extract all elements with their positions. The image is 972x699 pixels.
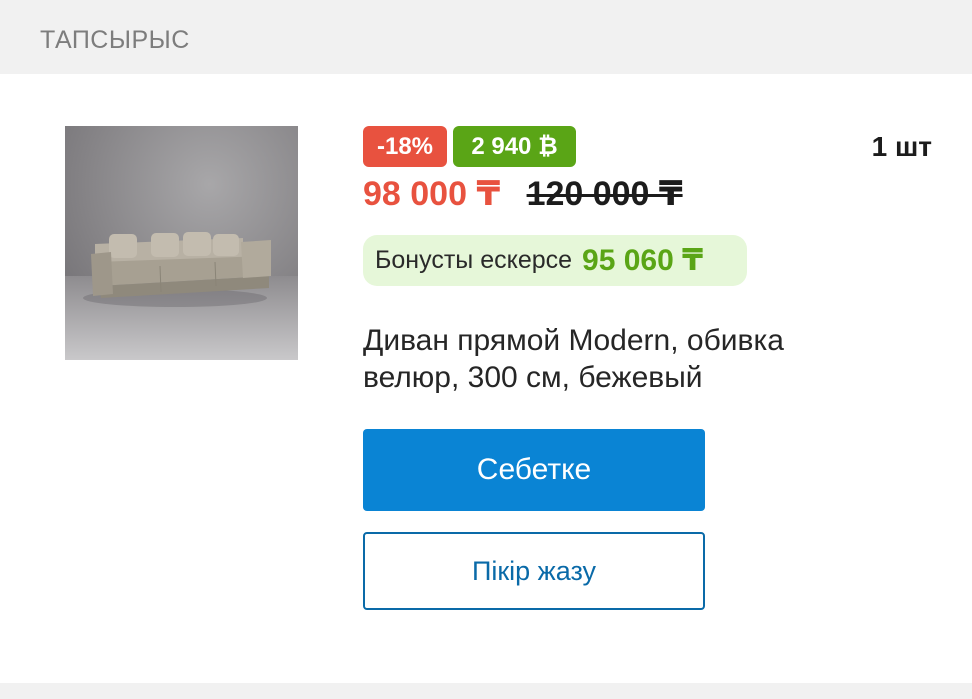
bonus-price-pill: Бонусты ескерсе 95 060 ₸ xyxy=(363,235,747,286)
bonus-badge: 2 940 ₿ xyxy=(453,126,576,167)
sofa-photo xyxy=(65,126,298,360)
product-image[interactable] xyxy=(65,126,298,360)
write-review-button[interactable]: Пікір жазу xyxy=(363,532,705,610)
bottom-divider xyxy=(0,683,972,699)
badges: -18% 2 940 ₿ xyxy=(363,126,576,167)
price-old: 120 000 ₸ xyxy=(526,175,683,213)
header-title: ТАПСЫРЫС xyxy=(40,26,190,54)
bonus-value: 95 060 ₸ xyxy=(582,244,704,277)
bonus-label: Бонусты ескерсе xyxy=(375,246,573,274)
product-name[interactable]: Диван прямой Modern, обивка велюр, 300 с… xyxy=(363,322,883,396)
quantity: 1 шт xyxy=(871,131,932,162)
add-to-cart-button[interactable]: Себетке xyxy=(363,429,705,511)
order-header: ТАПСЫРЫС xyxy=(0,0,972,74)
price-row: 98 000 ₸ 120 000 ₸ xyxy=(363,174,683,216)
price-current: 98 000 ₸ xyxy=(363,175,501,213)
discount-badge: -18% xyxy=(363,126,447,167)
